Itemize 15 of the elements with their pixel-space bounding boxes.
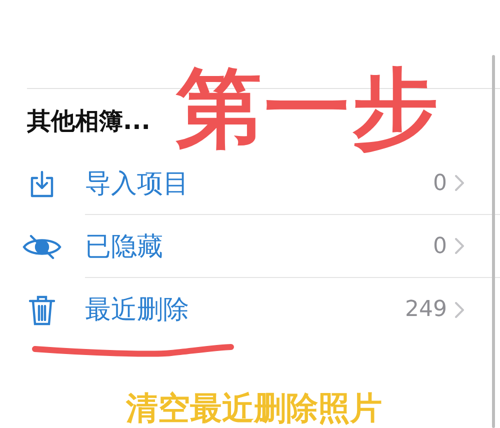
item-count: 0 bbox=[433, 234, 447, 258]
trash-icon bbox=[28, 294, 54, 326]
item-count: 0 bbox=[433, 170, 447, 196]
caption-annotation: 清空最近删除照片 bbox=[125, 388, 383, 428]
album-link[interactable]: 导入项目 bbox=[85, 166, 433, 200]
album-link[interactable]: 最近删除 bbox=[85, 292, 405, 327]
item-count: 249 bbox=[405, 297, 447, 322]
chevron-icon bbox=[455, 175, 464, 191]
step-annotation: 第一步 bbox=[176, 62, 440, 157]
section-title: 其他相簿... bbox=[27, 106, 150, 136]
eye-slash-icon bbox=[22, 232, 62, 260]
download-tray-icon bbox=[28, 170, 54, 198]
chevron-icon bbox=[455, 302, 464, 318]
chevron-icon bbox=[455, 238, 464, 254]
album-link[interactable]: 已隐藏 bbox=[85, 228, 433, 264]
